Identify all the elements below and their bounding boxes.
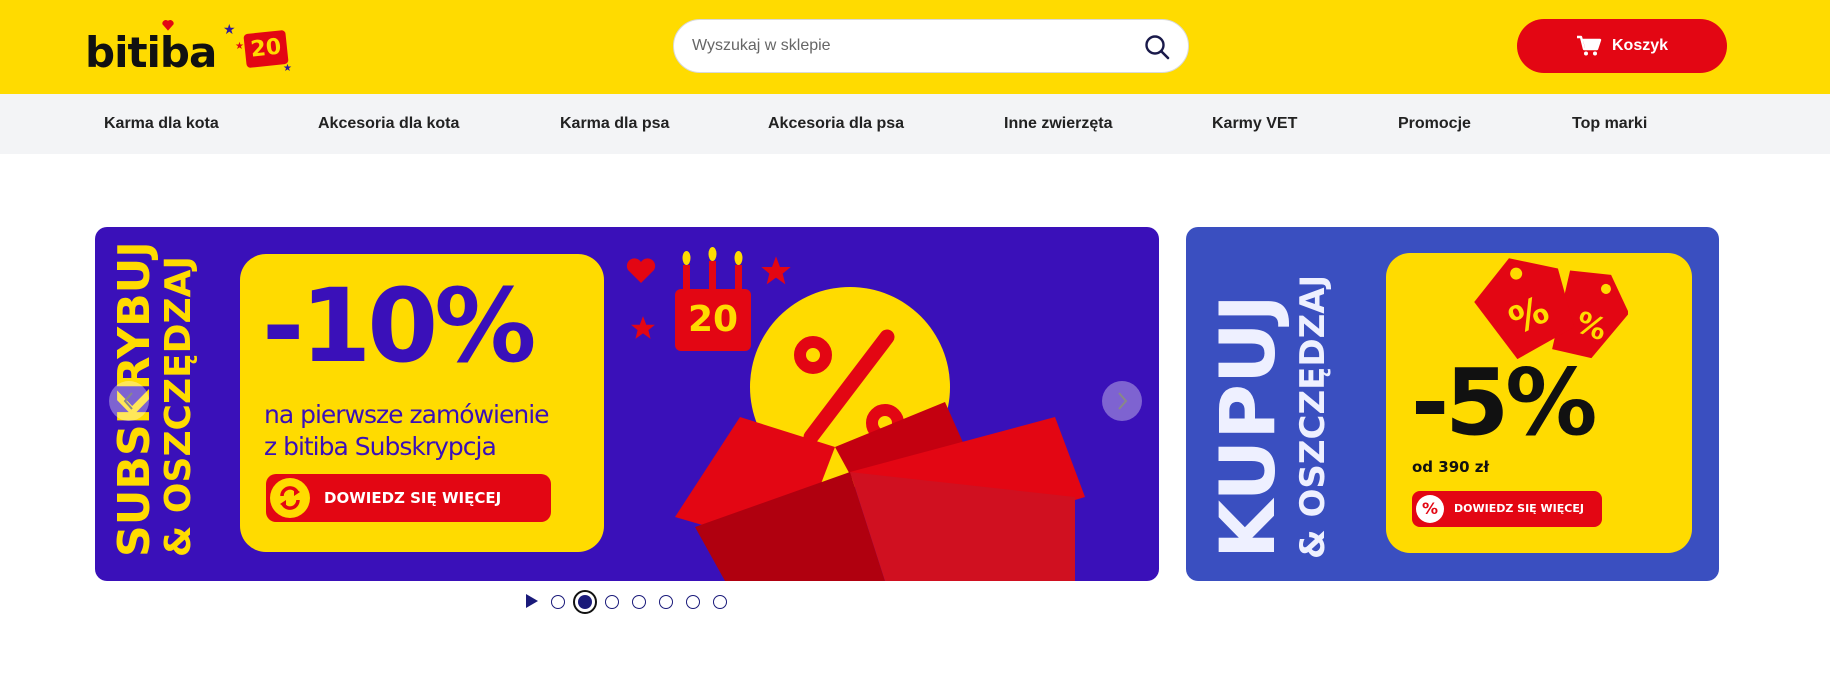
chevron-right-icon: [1118, 392, 1128, 410]
promo-subtitle-line1: na pierwsze zamówienie: [264, 400, 550, 429]
learn-more-label: DOWIEDZ SIĘ WIĘCEJ: [324, 489, 502, 507]
carousel-prev-button[interactable]: [109, 381, 149, 421]
learn-more-button[interactable]: DOWIEDZ SIĘ WIĘCEJ: [266, 474, 551, 522]
side-promo-card: % % -5% od 390 zł % DOWIEDZ SIĘ WIĘCEJ: [1386, 253, 1692, 553]
star-icon: [761, 256, 791, 285]
heart-icon: [162, 20, 174, 31]
search-bar: [673, 19, 1189, 73]
promo-discount: -10%: [262, 267, 536, 386]
nav-item-inne-zwierzeta[interactable]: Inne zwierzęta: [1004, 94, 1112, 154]
search-input[interactable]: [692, 30, 1122, 62]
side-discount: -5%: [1411, 349, 1597, 456]
star-icon: ★: [235, 41, 244, 52]
carousel-dot-3[interactable]: [605, 595, 619, 609]
promo-carousel[interactable]: SUBSKRYBUJ & OSZCZĘDZAJ -10% na pierwsze…: [95, 227, 1159, 581]
promo-card: -10% na pierwsze zamówienie z bitiba Sub…: [240, 254, 604, 552]
side-learn-more-label: DOWIEDZ SIĘ WIĘCEJ: [1454, 502, 1584, 515]
nav-item-akcesoria-dla-psa[interactable]: Akcesoria dla psa: [768, 94, 904, 154]
side-subtitle: od 390 zł: [1412, 458, 1490, 476]
heart-icon: [626, 258, 656, 283]
price-tag-icon: % %: [1474, 258, 1628, 359]
nav-item-karmy-vet[interactable]: Karmy VET: [1212, 94, 1297, 154]
cart-label: Koszyk: [1611, 37, 1669, 54]
star-icon: ★: [223, 21, 236, 37]
refresh-icon: [270, 478, 310, 518]
bitiba-logo[interactable]: bitiba ★ ★ ★ 20: [85, 14, 295, 77]
cart-icon: [1576, 35, 1602, 56]
gift-box-illustration: [675, 287, 1085, 581]
side-learn-more-button[interactable]: % DOWIEDZ SIĘ WIĘCEJ: [1412, 491, 1602, 527]
carousel-dot-4[interactable]: [632, 595, 646, 609]
nav-item-karma-dla-kota[interactable]: Karma dla kota: [104, 94, 219, 154]
anniversary-badge: 20: [243, 29, 289, 69]
cart-button[interactable]: Koszyk: [1517, 19, 1727, 73]
carousel-next-button[interactable]: [1102, 381, 1142, 421]
carousel-dot-2[interactable]: [573, 590, 597, 614]
nav-item-top-marki[interactable]: Top marki: [1572, 94, 1647, 154]
side-vertical-line2: & OSZCZĘDZAJ: [1293, 274, 1333, 559]
carousel-vertical-line2: & OSZCZĘDZAJ: [158, 256, 199, 557]
logo-text: bitiba: [85, 28, 217, 77]
carousel-dot-7[interactable]: [713, 595, 727, 609]
carousel-dot-1[interactable]: [551, 595, 565, 609]
nav-item-promocje[interactable]: Promocje: [1398, 94, 1471, 154]
site-header: bitiba ★ ★ ★ 20 Koszyk: [0, 0, 1830, 94]
chevron-left-icon: [123, 392, 133, 410]
magnifier-icon[interactable]: [1142, 32, 1172, 62]
side-promo-banner[interactable]: KUPUJ & OSZCZĘDZAJ % % -5% od 390 zł % D…: [1186, 227, 1719, 581]
side-vertical-line1: KUPUJ: [1203, 294, 1292, 559]
category-nav: Karma dla kota Akcesoria dla kota Karma …: [0, 94, 1830, 154]
carousel-dot-6[interactable]: [686, 595, 700, 609]
nav-item-akcesoria-dla-kota[interactable]: Akcesoria dla kota: [318, 94, 459, 154]
percent-icon: %: [1416, 495, 1444, 523]
carousel-dot-5[interactable]: [659, 595, 673, 609]
play-icon[interactable]: [525, 594, 539, 608]
nav-item-karma-dla-psa[interactable]: Karma dla psa: [560, 94, 669, 154]
promo-subtitle-line2: z bitiba Subskrypcja: [264, 432, 497, 461]
candles-icon: [682, 247, 743, 291]
